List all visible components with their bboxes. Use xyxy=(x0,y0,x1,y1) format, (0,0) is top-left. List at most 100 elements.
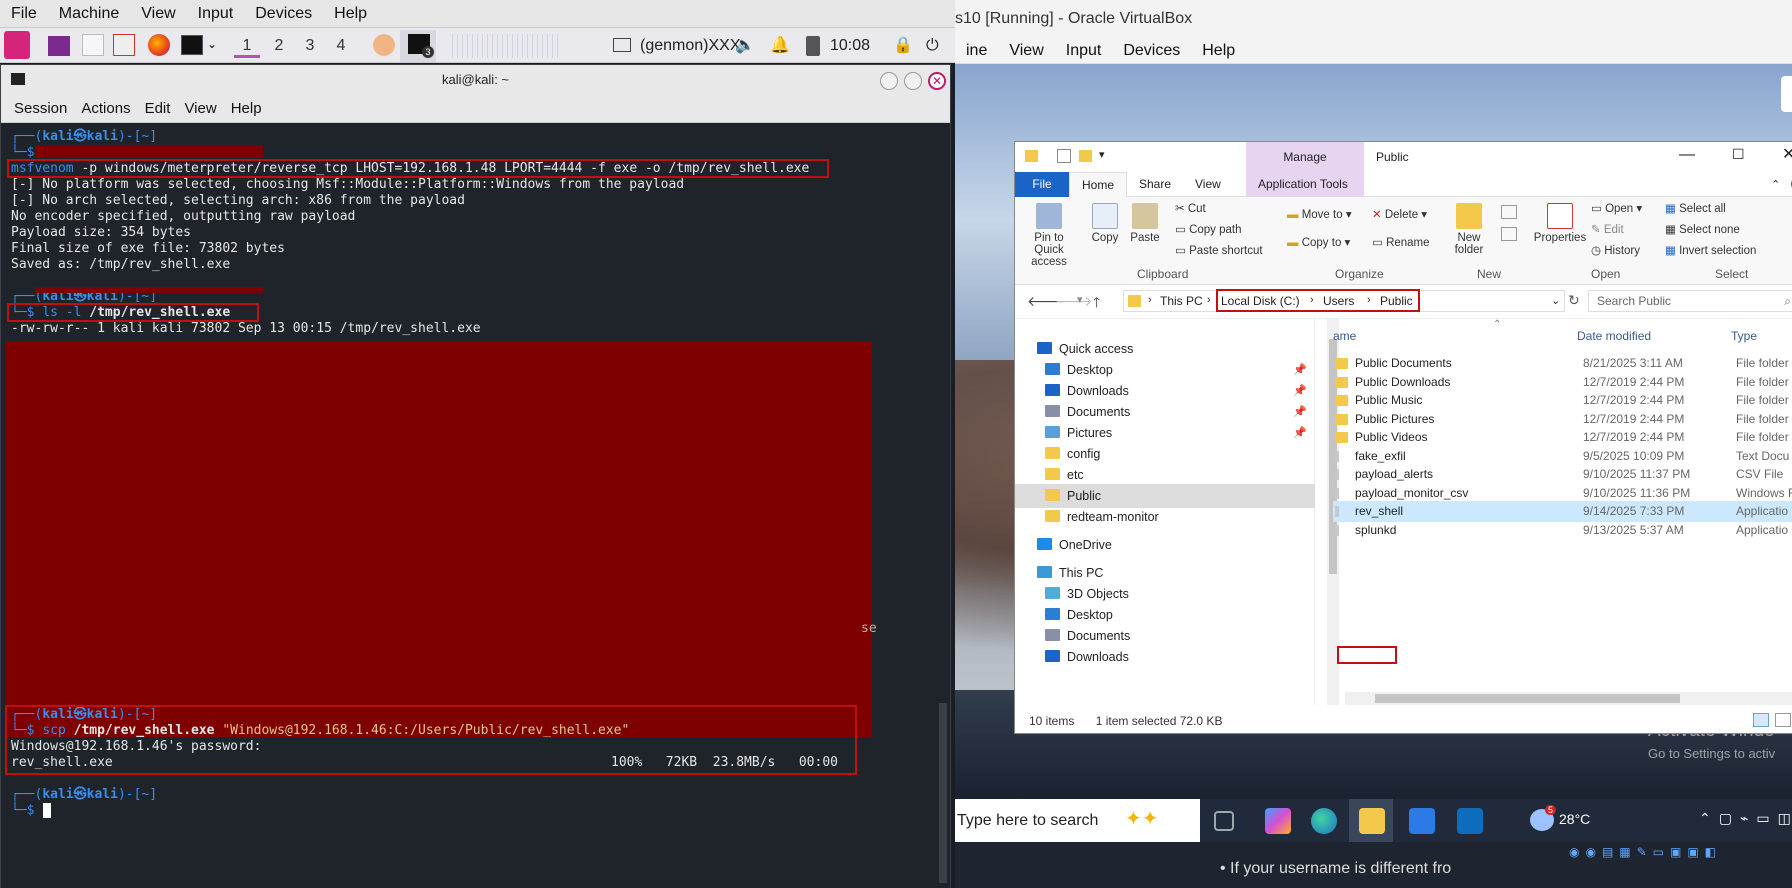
new-folder-button[interactable]: New folder xyxy=(1447,203,1491,256)
menu-devices[interactable]: Devices xyxy=(244,0,323,23)
maximize-button[interactable]: ☐ xyxy=(1732,146,1745,163)
firefox-window-icon[interactable] xyxy=(373,34,395,56)
workspace-app-icon[interactable] xyxy=(48,36,70,56)
desktop-icon[interactable] xyxy=(1781,76,1792,112)
menu-help[interactable]: Help xyxy=(323,0,378,23)
open-button[interactable]: ▭ Open ▾ xyxy=(1591,201,1642,215)
ribbon-collapse-icon[interactable]: ⌃ xyxy=(1771,178,1780,191)
nav-item[interactable]: OneDrive xyxy=(1015,533,1315,557)
menu-input[interactable]: Input xyxy=(187,0,245,23)
move-to-button[interactable]: ▬ Move to ▾ xyxy=(1287,207,1352,221)
task-view-icon[interactable] xyxy=(1214,811,1234,831)
vm-menu-help[interactable]: Help xyxy=(1191,38,1246,64)
text-editor-icon[interactable] xyxy=(113,34,135,56)
large-icons-view-icon[interactable] xyxy=(1775,713,1791,727)
paste-shortcut-button[interactable]: ▭ Paste shortcut xyxy=(1175,243,1263,257)
nav-item[interactable]: Downloads xyxy=(1015,645,1315,669)
vbox-status-icons[interactable]: ◉◉▤▦✎▭▣▣◧ xyxy=(1569,845,1722,859)
search-public-input[interactable]: Search Public ⌕ xyxy=(1588,290,1792,312)
battery-icon[interactable] xyxy=(806,36,820,56)
pin-quick-access-button[interactable]: Pin to Quick access xyxy=(1021,203,1077,268)
notification-bell-icon[interactable]: 🔔 xyxy=(770,34,790,58)
invert-selection-button[interactable]: ▦ Invert selection xyxy=(1665,243,1756,257)
term-menu-view[interactable]: View xyxy=(177,95,223,117)
breadcrumb-this-pc[interactable]: This PC xyxy=(1160,294,1203,308)
nav-item[interactable]: redteam-monitor xyxy=(1015,505,1315,529)
workspace-2[interactable]: 2 xyxy=(266,34,292,58)
workspace-3[interactable]: 3 xyxy=(297,34,323,58)
rename-button[interactable]: ▭ Rename xyxy=(1372,235,1430,249)
terminal-output[interactable]: ┌──(kali㉿kali)-[~] └─$ msfvenom -p windo… xyxy=(1,123,950,888)
vm-menu-input[interactable]: Input xyxy=(1055,38,1113,64)
clock[interactable]: 10:08 xyxy=(830,34,870,58)
firefox-icon[interactable] xyxy=(148,34,170,56)
menu-file[interactable]: File xyxy=(0,0,48,23)
quick-access-dropdown-icon[interactable]: ▾ xyxy=(1099,148,1105,161)
new-item-icon[interactable] xyxy=(1501,205,1517,219)
properties-icon[interactable] xyxy=(1057,149,1071,163)
recent-dropdown-icon[interactable]: ▾ xyxy=(1077,293,1083,306)
term-menu-help[interactable]: Help xyxy=(224,95,269,117)
screen-icon[interactable] xyxy=(613,38,631,52)
terminal-minimize-button[interactable] xyxy=(880,72,898,90)
kali-menu-icon[interactable] xyxy=(4,31,30,59)
terminal-scrollbar[interactable] xyxy=(939,703,947,883)
lock-icon[interactable]: 🔒 xyxy=(893,34,913,58)
select-none-button[interactable]: ▦ Select none xyxy=(1665,222,1740,236)
manage-tab-header[interactable]: Manage xyxy=(1246,142,1364,172)
copilot-icon[interactable] xyxy=(1265,808,1291,834)
minimize-button[interactable]: — xyxy=(1679,146,1695,164)
terminal-dropdown-icon[interactable]: ⌄ xyxy=(207,37,217,51)
edge-icon[interactable] xyxy=(1311,808,1337,834)
forward-arrow-icon[interactable]: 🡒 xyxy=(1055,293,1093,310)
cut-button[interactable]: ✂ Cut xyxy=(1175,201,1206,215)
paste-button[interactable]: Paste xyxy=(1129,203,1161,244)
tab-share[interactable]: Share xyxy=(1127,172,1183,197)
horizontal-scrollbar-thumb[interactable] xyxy=(1375,694,1680,703)
up-arrow-icon[interactable]: 🡑 xyxy=(1093,292,1100,316)
terminal-close-button[interactable]: ✕ xyxy=(928,72,946,90)
vm-menu-machine[interactable]: ine xyxy=(955,38,998,64)
address-dropdown-icon[interactable]: ⌄ xyxy=(1551,294,1560,307)
outlook-icon[interactable] xyxy=(1457,808,1483,834)
volume-icon[interactable]: 🔈 xyxy=(735,34,755,58)
tab-view[interactable]: View xyxy=(1183,172,1233,197)
file-row[interactable]: splunkd 9/13/2025 5:37 AM Applicatio xyxy=(1333,520,1792,541)
workspace-4[interactable]: 4 xyxy=(328,34,354,58)
vm-menu-devices[interactable]: Devices xyxy=(1112,38,1191,64)
terminal-maximize-button[interactable] xyxy=(904,72,922,90)
workspace-1[interactable]: 1 xyxy=(234,34,260,58)
details-view-icon[interactable] xyxy=(1753,713,1769,727)
easy-access-icon[interactable] xyxy=(1501,227,1517,241)
term-menu-actions[interactable]: Actions xyxy=(74,95,137,117)
tab-home[interactable]: Home xyxy=(1069,172,1128,197)
column-type[interactable]: Type xyxy=(1731,329,1757,343)
copy-path-button[interactable]: ▭ Copy path xyxy=(1175,222,1242,236)
new-folder-icon[interactable] xyxy=(1079,150,1092,162)
column-date-modified[interactable]: Date modified xyxy=(1577,329,1651,343)
terminal-icon[interactable] xyxy=(181,35,203,55)
tab-file[interactable]: File xyxy=(1015,172,1069,197)
history-button[interactable]: ◷ History xyxy=(1591,243,1640,257)
delete-button[interactable]: ✕ Delete ▾ xyxy=(1372,207,1427,221)
term-menu-session[interactable]: Session xyxy=(1,95,74,117)
genmon-text[interactable]: (genmon)XXX xyxy=(640,34,741,58)
file-manager-icon[interactable] xyxy=(82,34,104,56)
horizontal-scrollbar[interactable] xyxy=(1345,692,1792,705)
edit-button[interactable]: ✎ Edit xyxy=(1591,222,1624,236)
power-icon[interactable]: ⏻ xyxy=(926,34,939,58)
menu-view[interactable]: View xyxy=(130,0,186,23)
tray-icons[interactable]: ⌃▢⌁▭◫ xyxy=(1699,810,1792,827)
vm-menu-view[interactable]: View xyxy=(998,38,1054,64)
properties-button[interactable]: Properties xyxy=(1533,203,1587,244)
file-explorer-icon[interactable] xyxy=(1359,808,1385,834)
taskbar-search[interactable]: Type here to search ✦✦ xyxy=(955,799,1200,842)
tab-application-tools[interactable]: Application Tools xyxy=(1246,172,1364,197)
store-icon[interactable] xyxy=(1409,808,1435,834)
copy-button[interactable]: Copy xyxy=(1089,203,1121,244)
column-name[interactable]: ame xyxy=(1333,329,1356,343)
refresh-icon[interactable]: ↻ xyxy=(1568,292,1580,309)
term-menu-edit[interactable]: Edit xyxy=(138,95,178,117)
select-all-button[interactable]: ▦ Select all xyxy=(1665,201,1726,215)
close-button[interactable]: ✕ xyxy=(1782,144,1792,164)
